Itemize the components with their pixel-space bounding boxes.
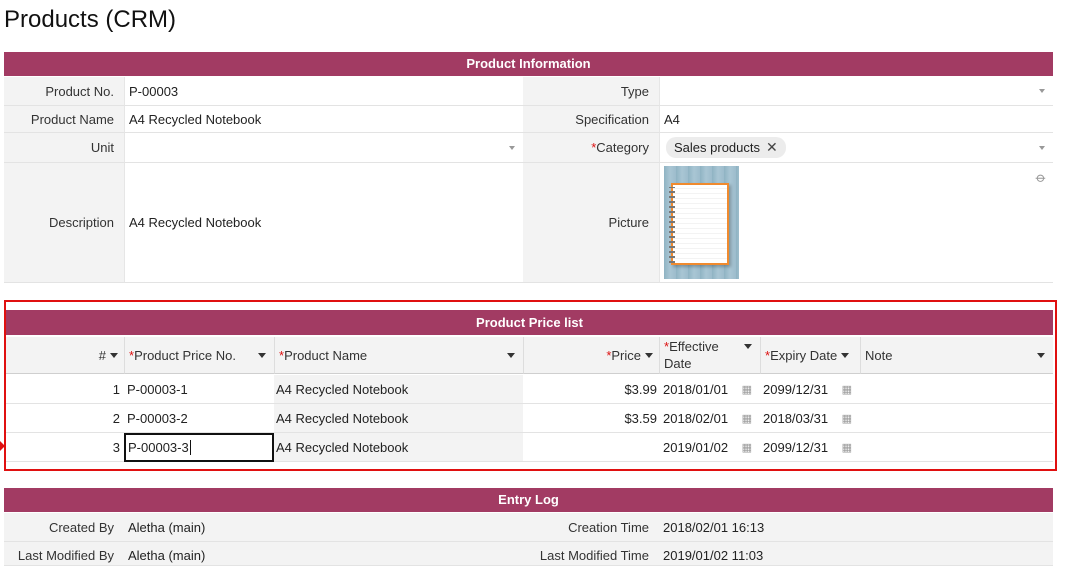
page-title: Products (CRM) [4, 6, 177, 33]
description-field[interactable]: A4 Recycled Notebook [124, 163, 523, 283]
product-name-label: Product Name [4, 106, 124, 133]
category-dropdown-caret-icon[interactable] [1039, 145, 1045, 150]
notebook-image [669, 183, 729, 265]
specification-field[interactable]: A4 [659, 106, 1053, 133]
product-picture-thumbnail[interactable] [664, 166, 739, 279]
unit-label: Unit [4, 133, 124, 163]
creation-time-value: 2018/02/01 16:13 [659, 513, 1053, 542]
section-header-entry-log: Entry Log [4, 488, 1053, 512]
modified-by-value: Aletha (main) [124, 542, 523, 566]
unit-dropdown-caret-icon[interactable] [509, 145, 515, 150]
specification-label: Specification [523, 106, 659, 133]
remove-chip-icon[interactable]: ✕ [766, 139, 778, 156]
type-label: Type [523, 77, 659, 106]
notebook-spiral [669, 187, 675, 263]
creation-time-label: Creation Time [523, 513, 659, 542]
section-header-product-information: Product Information [4, 52, 1053, 76]
product-no-label: Product No. [4, 77, 124, 106]
highlight-frame [4, 300, 1057, 471]
type-dropdown-caret-icon[interactable] [1039, 89, 1045, 93]
category-label-text: Category [596, 140, 649, 155]
picture-label: Picture [523, 163, 659, 283]
created-by-value: Aletha (main) [124, 513, 523, 542]
description-label: Description [4, 163, 124, 283]
type-select[interactable] [659, 77, 1053, 106]
modified-by-label: Last Modified By [4, 542, 124, 566]
unit-select[interactable] [124, 133, 523, 163]
paperclip-icon[interactable]: ⌀ [1032, 169, 1049, 187]
category-chip: Sales products ✕ [666, 137, 786, 158]
product-name-field[interactable]: A4 Recycled Notebook [124, 106, 523, 133]
category-label: * Category [523, 133, 659, 163]
created-by-label: Created By [4, 513, 124, 542]
product-no-field[interactable]: P-00003 [124, 77, 523, 106]
pointer-arrow-icon [0, 441, 5, 451]
modified-time-label: Last Modified Time [523, 542, 659, 566]
modified-time-value: 2019/01/02 11:03 [659, 542, 1053, 566]
category-chip-label: Sales products [674, 140, 760, 155]
category-select[interactable]: Sales products ✕ [659, 133, 1053, 163]
